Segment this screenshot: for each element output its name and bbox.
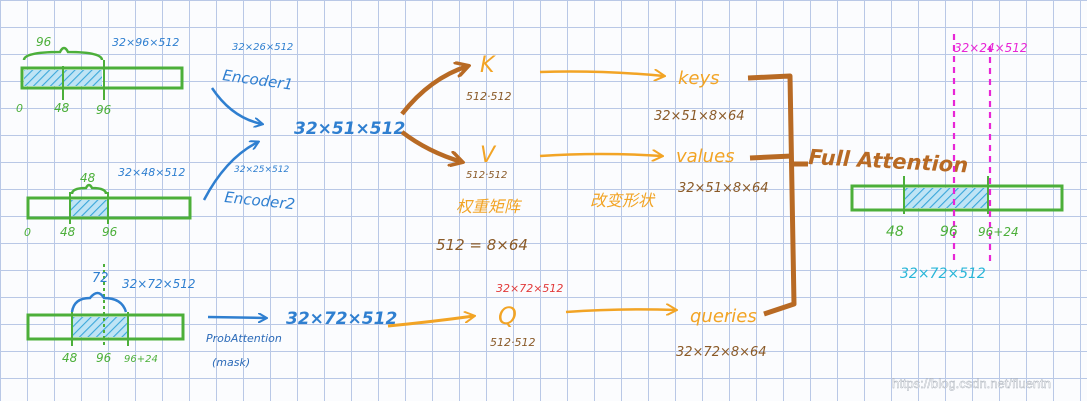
enc1-tick-96: 96: [96, 103, 112, 117]
enc2-tick-48: 48: [60, 225, 76, 239]
k-dims: 512·512: [466, 90, 512, 103]
pred-shape: 32×24×512: [954, 41, 1028, 55]
to-k-arrow: [400, 66, 468, 116]
dec-shape: 32×72×512: [122, 277, 196, 291]
enc1-top-label: 96: [36, 35, 52, 49]
dec-to-q-arrow: [387, 316, 474, 328]
encoder2-label: Encoder2: [224, 188, 296, 213]
keys-label: keys: [678, 68, 720, 89]
weight-matrix-label: 权重矩阵: [456, 197, 523, 216]
queries-shape: 32×72×8×64: [676, 345, 767, 360]
decoder-arrow: [207, 317, 266, 318]
bracket-mid: [749, 153, 793, 161]
diagram-canvas: 96 32×96×512 0 48 96 48 32×48×512 0 48 9…: [16, 34, 1064, 391]
output-tick-96: 96: [940, 224, 958, 240]
enc2-top-label: 48: [80, 171, 96, 185]
dec-hatch: [72, 317, 128, 337]
k-to-keys-arrow: [539, 72, 664, 77]
encoder1-label: Encoder1: [221, 66, 294, 94]
output-hatch: [904, 188, 988, 208]
enc2-input: 48 32×48×512 0 48 96: [24, 166, 192, 239]
q-dims: 512·512: [490, 336, 536, 349]
weight-eq: 512 = 8×64: [436, 236, 528, 254]
encoder1-arrow: [210, 87, 262, 124]
queries-label: queries: [690, 306, 757, 327]
to-v-arrow: [400, 130, 462, 162]
outputs: keys 32×51×8×64 values 32×51×8×64 querie…: [654, 68, 769, 360]
enc2-hatch: [70, 200, 108, 216]
v-to-values-arrow: [539, 154, 662, 156]
full-attention-label: Full Attention: [808, 145, 969, 177]
decoder-shape: 32×72×512: [286, 309, 397, 329]
enc2-tick-96: 96: [102, 225, 118, 239]
reshape-label: 改变形状: [590, 191, 656, 210]
enc1-shape: 32×96×512: [112, 36, 179, 49]
keys-shape: 32×51×8×64: [654, 109, 745, 124]
decoder-sublabel: (mask): [212, 356, 250, 369]
projections: K 512·512 V 512·512 权重矩阵 512 = 8×64 32×7…: [436, 53, 563, 349]
merged-enc-shape: 32×51×512: [294, 119, 405, 139]
encoder-stage: 32×26×512 Encoder1 32×25×512 Encoder2 32…: [202, 42, 405, 213]
values-label: values: [676, 146, 735, 167]
watermark: https://blog.csdn.net/fluentn: [892, 376, 1051, 391]
enc2-shape: 32×48×512: [118, 166, 185, 179]
dec-brace: [70, 291, 128, 313]
enc1-brace: [22, 46, 104, 61]
enc1-input: 96 32×96×512 0 48 96: [16, 35, 184, 117]
values-shape: 32×51×8×64: [678, 181, 769, 196]
decoder-stage: ProbAttention (mask) 32×72×512: [206, 309, 474, 369]
dec-top-label: 72: [92, 271, 109, 286]
q-to-queries-arrow: [565, 309, 676, 312]
dec-input: 72 32×72×512 48 96 96+24: [26, 264, 196, 365]
output-tick-48: 48: [886, 224, 904, 240]
kv-branch: [400, 66, 468, 162]
enc2-out-shape: 32×25×512: [234, 165, 289, 175]
v-symbol: V: [480, 143, 497, 168]
projection-arrows: 改变形状: [539, 72, 676, 313]
output-tick-120: 96+24: [978, 225, 1019, 239]
enc2-tick-0: 0: [24, 226, 31, 239]
output-shape: 32×72×512: [900, 266, 986, 282]
dec-tick-48: 48: [62, 351, 78, 365]
enc2-brace: [70, 183, 108, 195]
enc1-tick-48: 48: [54, 101, 70, 115]
dec-tick-96: 96: [96, 351, 112, 365]
dec-tick-120: 96+24: [124, 354, 158, 365]
decoder-label: ProbAttention: [206, 332, 282, 345]
v-dims: 512·512: [466, 170, 507, 181]
enc1-out-shape: 32×26×512: [232, 42, 293, 53]
enc1-tick-0: 0: [16, 102, 23, 115]
q-symbol: Q: [498, 302, 517, 330]
q-shape-note: 32×72×512: [496, 282, 563, 295]
k-symbol: K: [480, 53, 496, 78]
